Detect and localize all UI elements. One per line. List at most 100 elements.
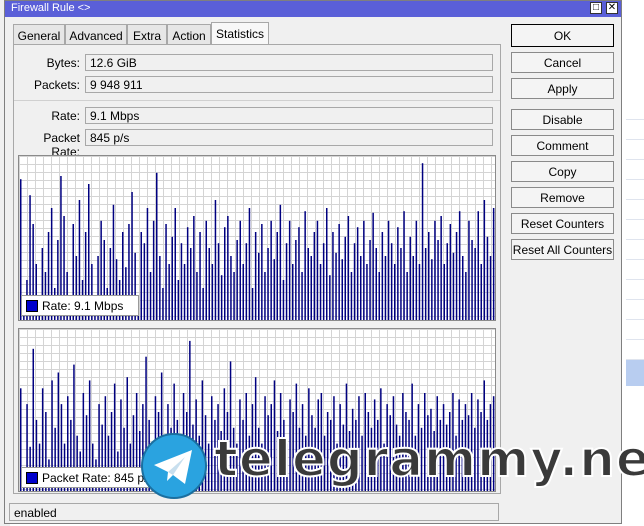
rate-graph-bar bbox=[310, 256, 312, 320]
rate-graph-bar bbox=[285, 243, 288, 320]
rate-graph-bar bbox=[418, 264, 421, 320]
reset-counters-button[interactable]: Reset Counters bbox=[511, 213, 614, 234]
rate-graph-bar bbox=[162, 288, 164, 320]
rate-label: Rate: bbox=[51, 109, 80, 123]
tab-general[interactable]: General bbox=[13, 24, 65, 44]
bytes-field: 12.6 GiB bbox=[85, 54, 493, 71]
rate-graph-bar bbox=[387, 220, 390, 320]
packet-rate-legend-swatch bbox=[26, 471, 38, 484]
rate-graph-bar bbox=[341, 259, 343, 320]
rate-graph-bar bbox=[208, 248, 210, 320]
rate-graph-bar bbox=[458, 211, 461, 320]
rate-graph-bar bbox=[236, 240, 238, 320]
rate-graph-bar bbox=[313, 232, 316, 320]
rate-graph-bar bbox=[369, 240, 371, 320]
rate-graph-bar bbox=[146, 208, 149, 320]
rate-graph-bar bbox=[211, 264, 214, 320]
rate-graph-bar bbox=[462, 256, 464, 320]
rate-graph-legend: Rate: 9.1 Mbps bbox=[21, 295, 139, 316]
rate-graph-bar bbox=[353, 243, 356, 320]
copy-button[interactable]: Copy bbox=[511, 161, 614, 182]
cancel-button[interactable]: Cancel bbox=[511, 52, 614, 73]
rate-graph-bar bbox=[440, 216, 442, 320]
rate-graph-bar bbox=[273, 259, 275, 320]
rate-graph-bar bbox=[326, 208, 328, 320]
rate-graph-bar bbox=[190, 248, 192, 320]
rate-graph-bar bbox=[412, 256, 414, 320]
rate-graph-bar bbox=[149, 272, 152, 320]
status-bar: enabled bbox=[9, 503, 499, 521]
rate-graph-bar bbox=[375, 248, 377, 320]
ok-button[interactable]: OK bbox=[511, 24, 614, 47]
tab-advanced[interactable]: Advanced bbox=[65, 24, 127, 44]
remove-button[interactable]: Remove bbox=[511, 187, 614, 208]
rate-graph-bar bbox=[446, 243, 448, 320]
rate-graph-bar bbox=[394, 264, 396, 320]
rate-graph-bar bbox=[474, 248, 476, 320]
maximize-button[interactable]: □ bbox=[590, 2, 602, 14]
rate-graph-bar bbox=[248, 208, 251, 320]
rate-graph-bar bbox=[347, 216, 350, 320]
rate-graph-bar bbox=[449, 224, 452, 320]
rate-graph-bar bbox=[403, 211, 405, 320]
statistics-panel: Bytes: 12.6 GiB Packets: 9 948 911 Rate:… bbox=[13, 44, 501, 494]
rate-graph-bar bbox=[492, 208, 495, 320]
rate-graph-bar bbox=[143, 243, 146, 320]
rate-graph-bar bbox=[292, 264, 294, 320]
rate-graph-bar bbox=[199, 232, 201, 320]
disable-button[interactable]: Disable bbox=[511, 109, 614, 130]
rate-graph-bar bbox=[230, 256, 232, 320]
rate-graph-bar bbox=[415, 220, 418, 320]
rate-graph-bar bbox=[183, 264, 186, 320]
reset-all-counters-button[interactable]: Reset All Counters bbox=[511, 239, 614, 260]
close-button[interactable]: ✕ bbox=[606, 2, 618, 14]
background-selected-row bbox=[626, 360, 644, 386]
rate-graph: Rate: 9.1 Mbps bbox=[18, 155, 496, 321]
rate-graph-bar bbox=[220, 275, 223, 320]
title-bar[interactable]: Firewall Rule <> □ ✕ bbox=[5, 1, 621, 17]
rate-graph-bar bbox=[196, 272, 198, 320]
tab-action[interactable]: Action bbox=[167, 24, 211, 44]
rate-graph-bar bbox=[186, 227, 189, 320]
rate-graph-bar bbox=[335, 252, 337, 320]
rate-graph-bar bbox=[378, 272, 380, 320]
rate-graph-bar bbox=[177, 280, 180, 320]
rate-graph-bar bbox=[224, 227, 226, 320]
rate-graph-bar bbox=[397, 227, 399, 320]
rate-graph-bar bbox=[165, 224, 167, 320]
rate-graph-bar bbox=[295, 240, 297, 320]
rate-graph-bar bbox=[356, 227, 359, 320]
rate-graph-bar bbox=[434, 220, 436, 320]
rate-graph-bar bbox=[477, 211, 479, 320]
rate-graph-bar bbox=[301, 272, 303, 320]
watermark-text: telegrammy.net bbox=[213, 429, 644, 489]
rate-graph-bar bbox=[276, 232, 278, 320]
rate-graph-bar bbox=[486, 236, 489, 320]
rate-graph-bar bbox=[156, 172, 158, 320]
rate-graph-bar bbox=[390, 243, 393, 320]
tab-statistics[interactable]: Statistics bbox=[211, 22, 269, 45]
rate-graph-bar bbox=[424, 248, 427, 320]
rate-graph-bar bbox=[338, 224, 340, 320]
comment-button[interactable]: Comment bbox=[511, 135, 614, 156]
bytes-label: Bytes: bbox=[46, 56, 80, 70]
rate-graph-bar bbox=[214, 200, 217, 320]
rate-graph-bar bbox=[254, 232, 257, 320]
rate-graph-bar bbox=[159, 256, 161, 320]
rate-graph-bar bbox=[400, 248, 402, 320]
window-title: Firewall Rule <> bbox=[11, 2, 91, 14]
rate-graph-bar bbox=[455, 232, 458, 320]
rate-legend-name: Rate: bbox=[42, 298, 71, 313]
rate-graph-bar bbox=[174, 208, 176, 320]
rate-graph-bar bbox=[307, 248, 309, 320]
rate-graph-bar bbox=[332, 232, 334, 320]
tab-extra[interactable]: Extra bbox=[127, 24, 167, 44]
rate-graph-bar bbox=[329, 275, 331, 320]
rate-graph-bar bbox=[468, 220, 470, 320]
apply-button[interactable]: Apply bbox=[511, 78, 614, 99]
rate-graph-bar bbox=[267, 248, 269, 320]
rate-graph-bar bbox=[251, 288, 254, 320]
rate-graph-bar bbox=[152, 220, 155, 320]
rate-graph-bar bbox=[140, 232, 142, 320]
rate-graph-bar bbox=[384, 256, 387, 320]
